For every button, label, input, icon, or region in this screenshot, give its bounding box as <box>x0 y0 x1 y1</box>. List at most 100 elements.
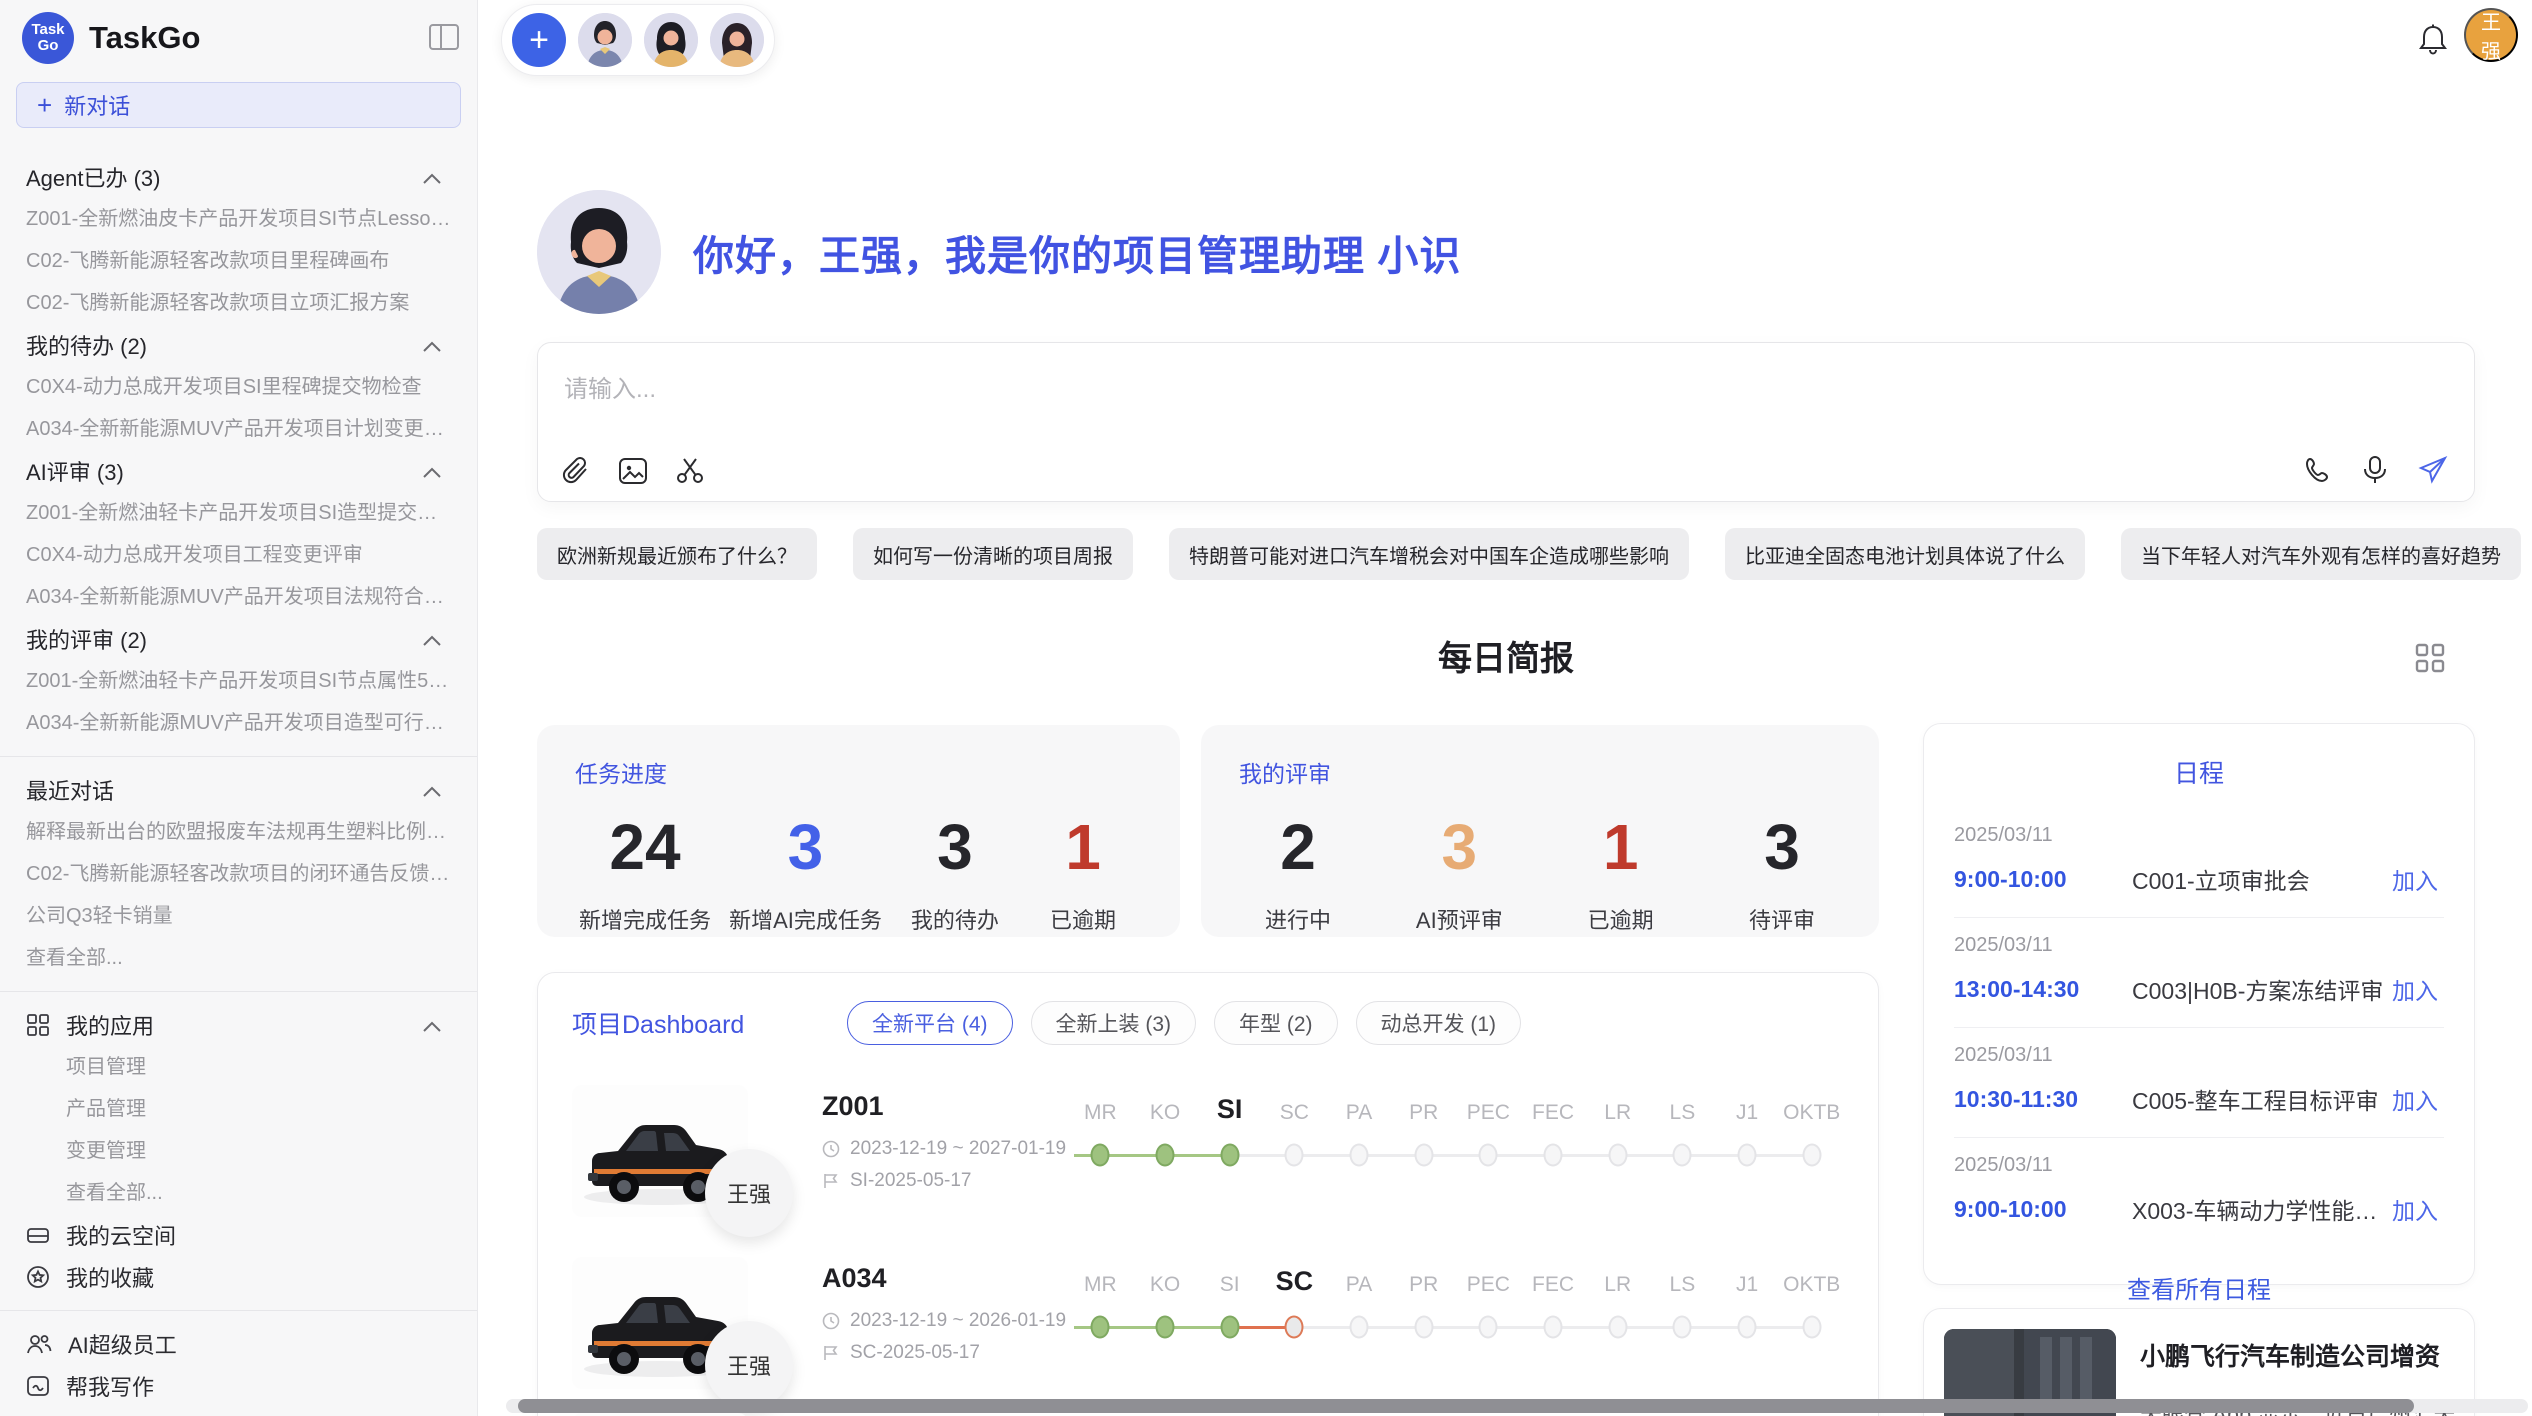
dashboard-tab[interactable]: 动总开发 (1) <box>1356 1001 1522 1045</box>
stat-label: 已逾期 <box>1566 903 1676 935</box>
screenshot-scissors-icon[interactable] <box>676 457 706 485</box>
dashboard-tab[interactable]: 年型 (2) <box>1214 1001 1338 1045</box>
sidebar-item-write[interactable]: 帮我写作 <box>26 1365 451 1407</box>
suggestion-chip[interactable]: 欧洲新规最近颁布了什么？ <box>537 528 817 580</box>
member-avatar-1[interactable] <box>578 13 632 67</box>
sidebar-item[interactable]: C02-飞腾新能源轻客改款项目里程碑画布 <box>26 240 451 282</box>
sidebar-section-header[interactable]: 我的待办 (2) <box>26 324 451 366</box>
schedule-date: 2025/03/11 <box>1954 824 2444 847</box>
schedule-item: 2025/03/119:00-10:00C001-立项审批会加入 <box>1954 808 2444 918</box>
sidebar-item[interactable]: 公司Q3轻卡销量 <box>26 895 451 937</box>
project-code: Z001 <box>822 1091 1068 1122</box>
suggestion-chip[interactable]: 如何写一份清晰的项目周报 <box>853 528 1133 580</box>
send-icon[interactable] <box>2418 455 2448 485</box>
project-row: 王强Z0012023-12-19 ~ 2027-01-19SI-2025-05-… <box>572 1085 1844 1217</box>
user-avatar[interactable]: 王强 <box>2464 8 2518 62</box>
stat-label: 已逾期 <box>1028 903 1138 935</box>
briefing-title: 每日简报 <box>537 638 2475 680</box>
sidebar-item[interactable]: Z001-全新燃油轻卡产品开发项目SI造型提交物评审 <box>26 492 451 534</box>
milestone-label: MR <box>1068 1101 1133 1125</box>
milestone-dot <box>1802 1144 1821 1167</box>
milestone-label: OKTB <box>1779 1101 1844 1125</box>
sidebar-item[interactable]: Z001-全新燃油皮卡产品开发项目SI节点Lesson Learn报告 <box>26 198 451 240</box>
sidebar-item-drive[interactable]: 我的云空间 <box>26 1214 451 1256</box>
join-meeting-link[interactable]: 加入 <box>2386 971 2444 1007</box>
milestone-labels: MRKOSISCPAPRPECFECLRLSJ1OKTB <box>1068 1263 1844 1297</box>
sidebar-item-people[interactable]: AI超级员工 <box>26 1323 451 1365</box>
suggestion-chip[interactable]: 当下年轻人对汽车外观有怎样的喜好趋势 <box>2121 528 2521 580</box>
suggestion-chip[interactable]: 特朗普可能对进口汽车增税会对中国车企造成哪些影响 <box>1169 528 1689 580</box>
join-meeting-link[interactable]: 加入 <box>2386 861 2444 897</box>
stat-value: 3 <box>900 811 1010 883</box>
schedule-time: 9:00-10:00 <box>1954 866 2116 893</box>
right-panel: 日程 2025/03/119:00-10:00C001-立项审批会加入2025/… <box>1923 723 2475 1416</box>
briefing-card: 任务进度24新增完成任务3新增AI完成任务3我的待办1已逾期 <box>537 725 1180 937</box>
stat-value: 3 <box>729 811 882 883</box>
milestone-label: PA <box>1327 1273 1392 1297</box>
suggestion-chip[interactable]: 比亚迪全固态电池计划具体说了什么 <box>1725 528 2085 580</box>
member-avatar-2[interactable] <box>644 13 698 67</box>
member-avatar-3[interactable] <box>710 13 764 67</box>
milestone-dot <box>1285 1144 1304 1167</box>
attach-image-icon[interactable] <box>618 457 648 485</box>
sidebar-item[interactable]: 产品管理 <box>26 1088 451 1130</box>
milestone-label: J1 <box>1715 1273 1780 1297</box>
sidebar-section-header[interactable]: 我的评审 (2) <box>26 618 451 660</box>
sidebar-section-header[interactable]: Agent已办 (3) <box>26 156 451 198</box>
chevron-up-icon <box>423 777 441 803</box>
sidebar-item[interactable]: 查看全部... <box>26 937 451 979</box>
sidebar-item[interactable]: 变更管理 <box>26 1130 451 1172</box>
join-meeting-link[interactable]: 加入 <box>2386 1191 2444 1227</box>
sidebar-section-header[interactable]: AI评审 (3) <box>26 450 451 492</box>
schedule-row: 9:00-10:00X003-车辆动力学性能验...加入 <box>1954 1191 2444 1227</box>
milestone-dot <box>1479 1316 1498 1339</box>
milestone-dots <box>1068 1305 1844 1349</box>
microphone-icon[interactable] <box>2362 455 2388 485</box>
sidebar-item[interactable]: 项目管理 <box>26 1046 451 1088</box>
sidebar-collapse-icon[interactable] <box>425 20 463 57</box>
sidebar-item[interactable]: A034-全新新能源MUV产品开发项目法规符合性评审 <box>26 576 451 618</box>
milestone-dot <box>1544 1316 1563 1339</box>
sidebar-groups: Agent已办 (3)Z001-全新燃油皮卡产品开发项目SI节点Lesson L… <box>0 128 477 1416</box>
notifications-bell-icon[interactable] <box>2412 22 2454 59</box>
add-workspace-button[interactable]: + <box>512 13 566 67</box>
sidebar-section-header[interactable]: 最近对话 <box>26 769 451 811</box>
briefing-card: 我的评审2进行中3AI预评审1已逾期3待评审 <box>1201 725 1879 937</box>
milestone-dot <box>1091 1316 1110 1339</box>
new-chat-button[interactable]: + 新对话 <box>16 82 461 128</box>
sidebar-item[interactable]: C0X4-动力总成开发项目工程变更评审 <box>26 534 451 576</box>
view-all-schedule-link[interactable]: 查看所有日程 <box>2121 1269 2277 1306</box>
milestone-dot <box>1608 1144 1627 1167</box>
dashboard-tab[interactable]: 全新上装 (3) <box>1031 1001 1197 1045</box>
sidebar-section-header[interactable]: 我的应用 <box>26 1004 451 1046</box>
sidebar-item-star[interactable]: 我的收藏 <box>26 1256 451 1298</box>
sidebar-item[interactable]: A034-全新新能源MUV产品开发项目计划变更表编写 <box>26 408 451 450</box>
milestone-label: OKTB <box>1779 1273 1844 1297</box>
milestone-dot <box>1738 1144 1757 1167</box>
horizontal-scrollbar-thumb[interactable] <box>518 1399 2414 1413</box>
sidebar-item[interactable]: C02-飞腾新能源轻客改款项目立项汇报方案 <box>26 282 451 324</box>
sidebar-item[interactable]: 解释最新出台的欧盟报废车法规再生塑料比例被调至15%... <box>26 811 451 853</box>
flag-icon <box>822 1172 840 1190</box>
greeting-text: 你好，王强，我是你的项目管理助理 小识 <box>693 222 1461 282</box>
sidebar-item[interactable]: C0X4-动力总成开发项目SI里程碑提交物检查 <box>26 366 451 408</box>
project-dates: 2023-12-19 ~ 2026-01-19 <box>822 1310 1068 1332</box>
project-rows: 王强Z0012023-12-19 ~ 2027-01-19SI-2025-05-… <box>572 1085 1844 1389</box>
dashboard-tab[interactable]: 全新平台 (4) <box>847 1001 1013 1045</box>
sidebar-item-pen[interactable]: 创意制图 <box>26 1407 451 1416</box>
horizontal-scrollbar-track[interactable] <box>506 1399 2528 1413</box>
sidebar-item[interactable]: A034-全新新能源MUV产品开发项目造型可行性评审 <box>26 702 451 744</box>
milestone-dot <box>1479 1144 1498 1167</box>
chat-input[interactable] <box>562 367 2426 441</box>
milestone-label: LS <box>1650 1273 1715 1297</box>
sidebar-item[interactable]: C02-飞腾新能源轻客改款项目的闭环通告反馈情况 <box>26 853 451 895</box>
attach-file-icon[interactable] <box>562 457 590 485</box>
schedule-time: 9:00-10:00 <box>1954 1196 2116 1223</box>
milestone-dot <box>1156 1144 1175 1167</box>
sidebar-item[interactable]: 查看全部... <box>26 1172 451 1214</box>
layout-grid-icon[interactable] <box>2409 642 2451 677</box>
voice-call-icon[interactable] <box>2304 456 2332 484</box>
project-timeline: MRKOSISCPAPRPECFECLRLSJ1OKTB <box>1068 1263 1844 1349</box>
join-meeting-link[interactable]: 加入 <box>2386 1081 2444 1117</box>
sidebar-item[interactable]: Z001-全新燃油轻卡产品开发项目SI节点属性5D文件评审 <box>26 660 451 702</box>
